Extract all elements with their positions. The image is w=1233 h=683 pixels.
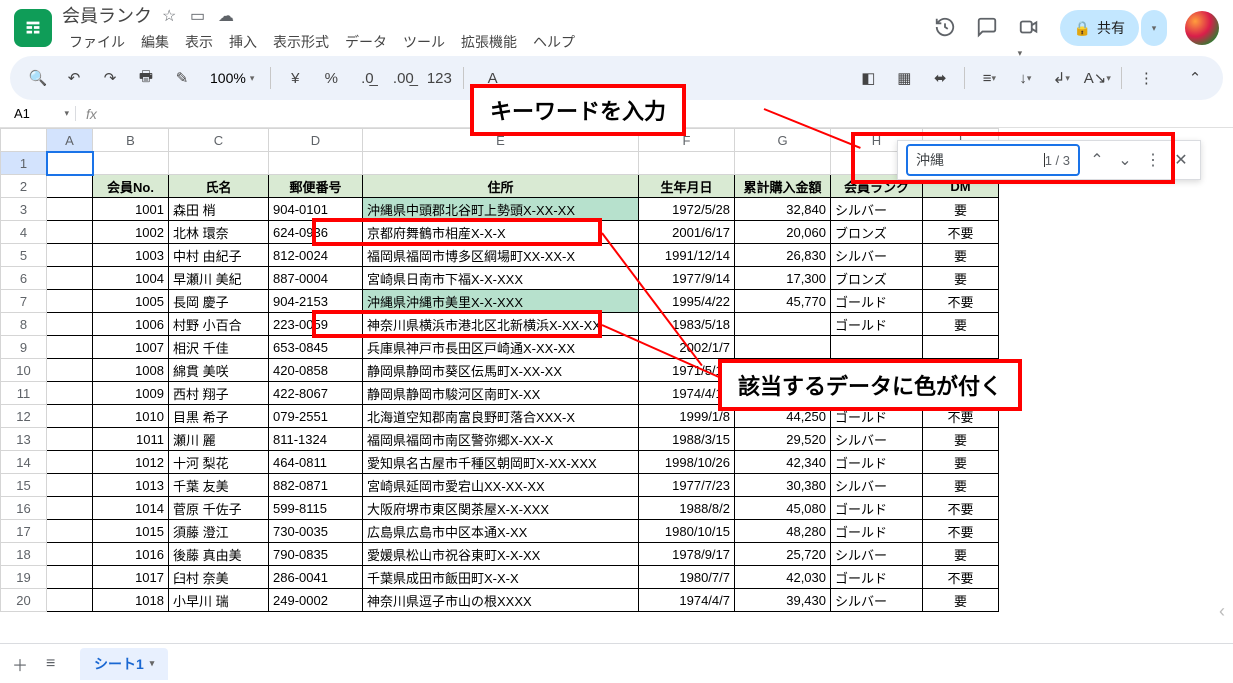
table-row: 20 1018 小早川 瑞 249-0002 神奈川県逗子市山の根XXXX 19…	[1, 589, 999, 612]
meet-icon[interactable]: ▾	[1018, 16, 1042, 40]
find-prev-icon[interactable]: ⌃	[1086, 149, 1108, 171]
col-header-C[interactable]: C	[169, 129, 269, 152]
share-dropdown[interactable]: ▾	[1141, 10, 1167, 46]
share-button[interactable]: 🔒 共有	[1060, 10, 1139, 46]
find-more-icon[interactable]: ⋮	[1142, 149, 1164, 171]
table-row: 17 1015 須藤 澄江 730-0035 広島県広島市中区本通X-XX 19…	[1, 520, 999, 543]
scroll-left-icon[interactable]: ‹	[1219, 601, 1225, 622]
fill-color-icon[interactable]: ◧	[854, 64, 882, 92]
undo-icon[interactable]: ↶	[60, 64, 88, 92]
table-row: 13 1011 瀬川 麗 811-1324 福岡県福岡市南区警弥郷X-XX-X …	[1, 428, 999, 451]
table-row: 14 1012 十河 梨花 464-0811 愛知県名古屋市千種区朝岡町X-XX…	[1, 451, 999, 474]
text-wrap-icon[interactable]: ↲▾	[1047, 64, 1075, 92]
account-avatar[interactable]	[1185, 11, 1219, 45]
menu-view[interactable]: 表示	[178, 30, 220, 54]
table-row: 8 1006 村野 小百合 223-0059 神奈川県横浜市港北区北新横浜X-X…	[1, 313, 999, 336]
col-header-B[interactable]: B	[93, 129, 169, 152]
table-row: 4 1002 北林 環奈 624-0936 京都府舞鶴市相産X-X-X 2001…	[1, 221, 999, 244]
table-row: 6 1004 早瀬川 美紀 887-0004 宮崎県日南市下福X-X-XXX 1…	[1, 267, 999, 290]
table-row: 18 1016 後藤 真由美 790-0835 愛媛県松山市祝谷東町X-X-XX…	[1, 543, 999, 566]
table-row: 16 1014 菅原 千佐子 599-8115 大阪府堺市東区関茶屋X-X-XX…	[1, 497, 999, 520]
name-box[interactable]: A1▾	[8, 106, 76, 121]
search-icon[interactable]: 🔍	[24, 64, 52, 92]
menubar: ファイル 編集 表示 挿入 表示形式 データ ツール 拡張機能 ヘルプ	[62, 28, 582, 54]
row-header-1[interactable]: 1	[1, 152, 47, 175]
find-count: 1 / 3	[1045, 153, 1070, 168]
table-row: 7 1005 長岡 慶子 904-2153 沖縄県沖縄市美里X-X-XXX 19…	[1, 290, 999, 313]
menu-extensions[interactable]: 拡張機能	[454, 30, 524, 54]
increase-decimal[interactable]: .00̲	[389, 64, 417, 92]
decrease-decimal[interactable]: .0̲	[353, 64, 381, 92]
add-sheet-icon[interactable]: ＋	[12, 652, 32, 676]
number-format[interactable]: 123	[425, 64, 453, 92]
text-rotation-icon[interactable]: A↘▾	[1083, 64, 1111, 92]
star-icon[interactable]: ☆	[162, 6, 180, 24]
borders-icon[interactable]: ▦	[890, 64, 918, 92]
percent-format[interactable]: %	[317, 64, 345, 92]
horizontal-align-icon[interactable]: ≡▾	[975, 64, 1003, 92]
merge-icon[interactable]: ⬌	[926, 64, 954, 92]
paint-format-icon[interactable]: ✎	[168, 64, 196, 92]
col-header-G[interactable]: G	[735, 129, 831, 152]
sheets-app-icon[interactable]	[14, 9, 52, 47]
menu-tools[interactable]: ツール	[396, 30, 452, 54]
sheet-tab-1[interactable]: シート1▾	[80, 648, 168, 680]
move-folder-icon[interactable]: ▭	[190, 6, 208, 24]
redo-icon[interactable]: ↷	[96, 64, 124, 92]
sheet-tabs: ＋ ≡ シート1▾	[0, 643, 1233, 683]
menu-format[interactable]: 表示形式	[266, 30, 336, 54]
all-sheets-icon[interactable]: ≡	[46, 655, 66, 673]
zoom-dropdown[interactable]: 100%▾	[204, 70, 260, 86]
find-next-icon[interactable]: ⌄	[1114, 149, 1136, 171]
document-title[interactable]: 会員ランク	[62, 2, 152, 28]
callout-keyword: キーワードを入力	[470, 84, 686, 136]
menu-edit[interactable]: 編集	[134, 30, 176, 54]
more-toolbar-icon[interactable]: ⋮	[1132, 64, 1160, 92]
comment-icon[interactable]	[976, 16, 1000, 40]
fx-icon: fx	[76, 106, 107, 122]
callout-highlight: 該当するデータに色が付く	[718, 359, 1022, 411]
table-row: 3 1001 森田 梢 904-0101 沖縄県中頭郡北谷町上勢頭X-XX-XX…	[1, 198, 999, 221]
history-icon[interactable]	[934, 16, 958, 40]
menu-file[interactable]: ファイル	[62, 30, 132, 54]
menu-insert[interactable]: 挿入	[222, 30, 264, 54]
collapse-toolbar-icon[interactable]: ⌃	[1181, 64, 1209, 92]
table-row: 19 1017 臼村 奈美 286-0041 千葉県成田市飯田町X-X-X 19…	[1, 566, 999, 589]
find-input[interactable]: 沖縄 1 / 3	[906, 144, 1080, 176]
share-label: 共有	[1097, 18, 1125, 38]
table-row: 15 1013 千葉 友美 882-0871 宮崎県延岡市愛宕山XX-XX-XX…	[1, 474, 999, 497]
col-header-A[interactable]: A	[47, 129, 93, 152]
vertical-align-icon[interactable]: ↓▾	[1011, 64, 1039, 92]
find-close-icon[interactable]: ✕	[1170, 149, 1192, 171]
table-row: 5 1003 中村 由紀子 812-0024 福岡県福岡市博多区綱場町XX-XX…	[1, 244, 999, 267]
spreadsheet-grid[interactable]: ABCDEFGHI12 会員No. 氏名 郵便番号 住所 生年月日 累計購入金額…	[0, 128, 1233, 668]
menu-data[interactable]: データ	[338, 30, 394, 54]
titlebar: 会員ランク ☆ ▭ ☁ ファイル 編集 表示 挿入 表示形式 データ ツール 拡…	[0, 0, 1233, 56]
find-bar: 沖縄 1 / 3 ⌃ ⌄ ⋮ ✕	[897, 140, 1201, 180]
menu-help[interactable]: ヘルプ	[526, 30, 582, 54]
print-icon[interactable]: 🖶	[132, 64, 160, 92]
table-row: 9 1007 相沢 千佳 653-0845 兵庫県神戸市長田区戸崎通X-XX-X…	[1, 336, 999, 359]
col-header-D[interactable]: D	[269, 129, 363, 152]
cloud-save-icon[interactable]: ☁	[218, 6, 236, 24]
lock-icon: 🔒	[1074, 20, 1091, 37]
currency-format[interactable]: ¥	[281, 64, 309, 92]
cell-A1[interactable]	[47, 152, 93, 175]
